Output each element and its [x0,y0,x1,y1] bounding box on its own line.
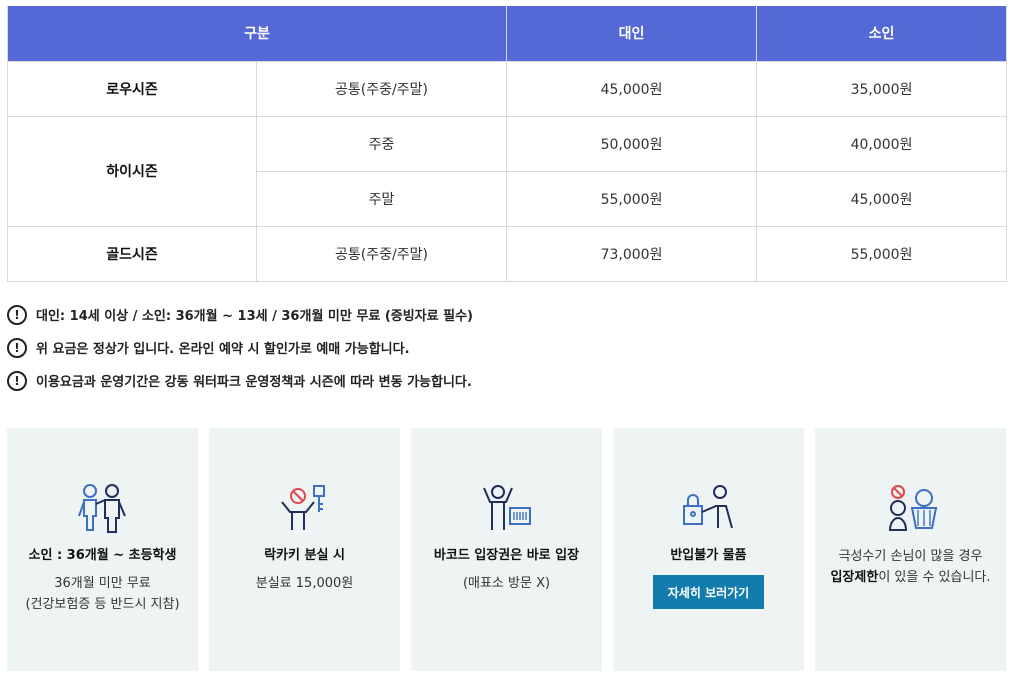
child-price: 35,000원 [756,60,1008,117]
card-desc-line: 극성수기 손님이 많을 경우 [838,549,983,564]
card-desc: 분실료 15,000원 [256,573,353,594]
card-desc-line: 입장제한이 있을 수 있습니다. [830,567,990,588]
info-card-crowd-limit: 극성수기 손님이 많을 경우 입장제한이 있을 수 있습니다. [815,428,1006,671]
info-icon: ! [7,370,27,391]
card-title: 락카키 분실 시 [264,548,345,563]
info-cards: 소인 : 36개월 ~ 초등학생 36개월 미만 무료 (건강보험증 등 반드시… [7,428,1006,671]
info-card-child: 소인 : 36개월 ~ 초등학생 36개월 미만 무료 (건강보험증 등 반드시… [7,428,198,671]
day-type: 주중 [255,115,508,172]
notice-item: ! 위 요금은 정상가 입니다. 온라인 예약 시 할인가로 예매 가능합니다. [7,331,997,364]
info-card-locker-key: 락카키 분실 시 분실료 15,000원 [209,428,400,671]
adult-price: 73,000원 [506,225,758,282]
child-price: 40,000원 [756,115,1008,172]
info-card-prohibited: 반입불가 물품 자세히 보러가기 [613,428,804,671]
header-adult: 대인 [506,6,758,62]
table-row: 골드시즌 공통(주중/주말) 73,000원 55,000원 [7,225,1008,282]
notice-text: 이용요금과 운영기간은 강동 워터파크 운영정책과 시즌에 따라 변동 가능합니… [36,375,472,390]
card-desc: 극성수기 손님이 많을 경우 입장제한이 있을 수 있습니다. [830,546,990,588]
season-label: 골드시즌 [7,225,257,282]
card-desc-line: (매표소 방문 X) [462,576,551,591]
header-category: 구분 [6,6,508,62]
adult-price: 45,000원 [506,60,758,117]
notice-item: ! 대인: 14세 이상 / 소인: 36개월 ~ 13세 / 36개월 미만 … [7,298,997,331]
card-desc-rest: 이 있을 수 있습니다. [878,570,991,585]
card-desc-line: 분실료 15,000원 [255,576,354,591]
card-desc-line: 36개월 미만 무료 [54,576,151,591]
prohibited-items-icon [682,485,733,529]
table-header-row: 구분 대인 소인 [6,6,1008,62]
day-type: 공통(주중/주말) [255,225,508,282]
card-desc: (매표소 방문 X) [463,573,550,594]
card-desc-line: (건강보험증 등 반드시 지참) [25,597,180,612]
adult-price: 55,000원 [506,170,758,227]
info-card-barcode: 바코드 입장권은 바로 입장 (매표소 방문 X) [411,428,602,671]
entry-limit-emphasis: 입장제한 [830,570,879,585]
child-icon [77,484,126,533]
view-details-button[interactable]: 자세히 보러가기 [653,575,764,609]
day-type: 주말 [255,170,508,227]
child-price: 55,000원 [756,225,1008,282]
table-row: 하이시즌 주중 50,000원 40,000원 [7,115,1008,227]
header-child: 소인 [756,6,1008,62]
card-desc: 36개월 미만 무료 (건강보험증 등 반드시 지참) [25,573,179,615]
notice-text: 대인: 14세 이상 / 소인: 36개월 ~ 13세 / 36개월 미만 무료… [36,309,473,324]
crowd-limit-icon [888,485,937,531]
lost-key-icon [280,485,325,530]
card-title: 소인 : 36개월 ~ 초등학생 [28,548,177,563]
info-icon: ! [7,337,27,358]
notice-text: 위 요금은 정상가 입니다. 온라인 예약 시 할인가로 예매 가능합니다. [36,342,410,357]
price-table: 구분 대인 소인 로우시즌 공통(주중/주말) 45,000원 35,000원 … [6,6,1008,282]
adult-price: 50,000원 [506,115,758,172]
card-title: 바코드 입장권은 바로 입장 [433,548,580,563]
info-icon: ! [7,304,27,325]
child-price: 45,000원 [756,170,1008,227]
card-title: 반입불가 물품 [670,548,747,563]
day-type: 공통(주중/주말) [255,60,508,117]
notice-item: ! 이용요금과 운영기간은 강동 워터파크 운영정책과 시즌에 따라 변동 가능… [7,364,997,397]
season-label: 로우시즌 [7,60,257,117]
notice-list: ! 대인: 14세 이상 / 소인: 36개월 ~ 13세 / 36개월 미만 … [7,298,997,397]
barcode-entry-icon [482,485,531,530]
season-label: 하이시즌 [7,115,257,227]
table-row: 로우시즌 공통(주중/주말) 45,000원 35,000원 [7,60,1008,117]
